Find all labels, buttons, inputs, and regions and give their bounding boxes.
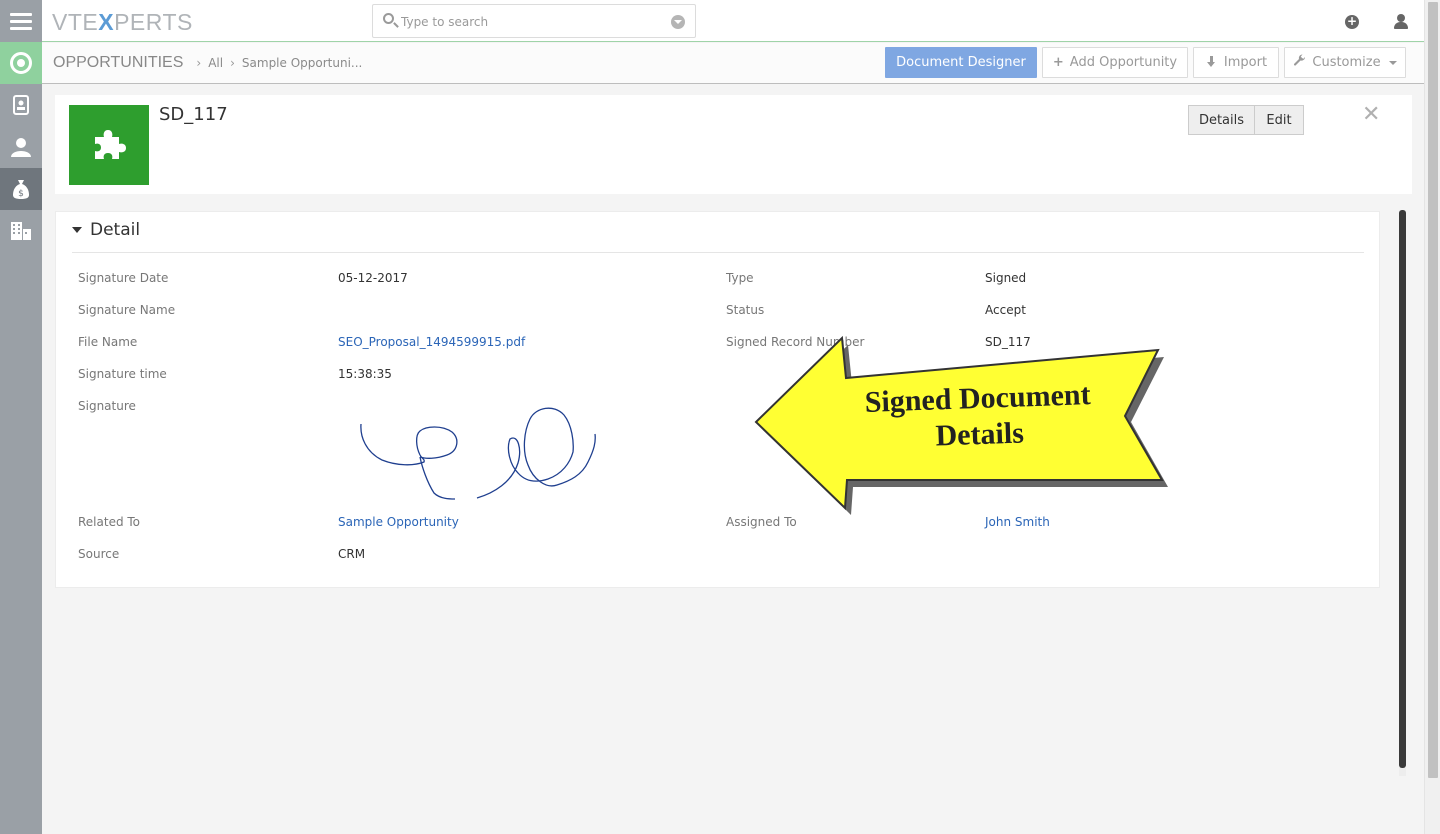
menu-icon[interactable] bbox=[0, 0, 42, 42]
money-bag-icon[interactable]: $ bbox=[0, 168, 42, 210]
related-to-link[interactable]: Sample Opportunity bbox=[338, 515, 459, 529]
file-name-link[interactable]: SEO_Proposal_1494599915.pdf bbox=[338, 335, 525, 349]
customize-label: Customize bbox=[1312, 55, 1381, 70]
field-value: Signed bbox=[985, 271, 1027, 285]
sidebar: $ bbox=[0, 0, 42, 834]
field-label: Type bbox=[726, 271, 754, 285]
module-toolbar: OPPORTUNITIES › All › Sample Opportuni..… bbox=[42, 43, 1424, 84]
import-label: Import bbox=[1223, 55, 1268, 70]
details-view-button[interactable]: Details bbox=[1188, 105, 1255, 135]
customize-button[interactable]: Customize bbox=[1284, 47, 1406, 78]
field-value: 15:38:35 bbox=[338, 367, 392, 381]
close-icon[interactable]: ✕ bbox=[1362, 102, 1380, 127]
window-scrollbar[interactable] bbox=[1424, 0, 1440, 834]
field-value: CRM bbox=[338, 547, 366, 561]
content-scrollbar-thumb[interactable] bbox=[1399, 210, 1406, 768]
breadcrumb-filter[interactable]: All bbox=[208, 56, 223, 70]
content-scrollbar[interactable] bbox=[1399, 210, 1406, 776]
import-button[interactable]: Import bbox=[1193, 47, 1279, 78]
edit-button[interactable]: Edit bbox=[1254, 105, 1304, 135]
field-label: Status bbox=[726, 303, 765, 317]
window-scrollbar-thumb[interactable] bbox=[1428, 2, 1438, 778]
app-logo[interactable]: VTEXPERTS bbox=[52, 9, 193, 36]
top-header: VTEXPERTS + bbox=[42, 0, 1424, 42]
detail-section-title: Detail bbox=[90, 220, 141, 240]
divider bbox=[72, 252, 1364, 253]
field-label: File Name bbox=[78, 335, 138, 349]
add-opportunity-button[interactable]: + Add Opportunity bbox=[1042, 47, 1188, 78]
field-value: Accept bbox=[985, 303, 1026, 317]
global-search bbox=[372, 4, 696, 38]
search-options-dropdown-icon[interactable] bbox=[671, 15, 685, 29]
breadcrumb-record: Sample Opportuni... bbox=[241, 56, 363, 70]
signature-image bbox=[360, 407, 596, 500]
user-menu-icon[interactable] bbox=[1394, 14, 1408, 30]
callout-line-2: Details bbox=[935, 416, 1024, 452]
wrench-icon bbox=[1293, 54, 1306, 71]
detail-block: Detail Signature Date 05-12-2017 Signatu… bbox=[55, 211, 1380, 588]
organization-icon[interactable] bbox=[0, 210, 42, 252]
callout-arrow: Signed Document Details bbox=[754, 335, 1168, 515]
plus-icon: + bbox=[1052, 55, 1064, 70]
breadcrumb-module[interactable]: OPPORTUNITIES bbox=[53, 54, 183, 72]
breadcrumb: OPPORTUNITIES › All › Sample Opportuni..… bbox=[53, 54, 362, 72]
add-opportunity-label: Add Opportunity bbox=[1069, 55, 1178, 70]
field-label: Signature Date bbox=[78, 271, 169, 285]
detail-section-toggle[interactable]: Detail bbox=[72, 220, 140, 240]
field-label: Signature bbox=[78, 399, 136, 413]
download-icon bbox=[1205, 56, 1218, 69]
field-label: Signature time bbox=[78, 367, 167, 381]
chevron-right-icon: › bbox=[196, 56, 202, 70]
user-icon[interactable] bbox=[0, 126, 42, 168]
home-icon[interactable] bbox=[0, 42, 42, 84]
record-header: SD_117 Details Edit ✕ bbox=[55, 95, 1412, 194]
caret-down-icon bbox=[1388, 60, 1397, 65]
field-label: Source bbox=[78, 547, 120, 561]
document-designer-label: Document Designer bbox=[896, 55, 1026, 70]
contacts-icon[interactable] bbox=[0, 84, 42, 126]
field-label: Related To bbox=[78, 515, 141, 529]
search-input[interactable] bbox=[401, 11, 661, 33]
quick-create-icon[interactable]: + bbox=[1345, 15, 1359, 29]
record-title: SD_117 bbox=[159, 104, 228, 125]
field-label: Signature Name bbox=[78, 303, 176, 317]
chevron-right-icon: › bbox=[230, 56, 235, 70]
caret-down-icon bbox=[72, 227, 82, 233]
document-designer-button[interactable]: Document Designer bbox=[885, 47, 1037, 78]
svg-text:$: $ bbox=[18, 189, 24, 199]
puzzle-icon bbox=[69, 105, 149, 185]
field-value: 05-12-2017 bbox=[338, 271, 408, 285]
search-icon bbox=[383, 13, 394, 24]
